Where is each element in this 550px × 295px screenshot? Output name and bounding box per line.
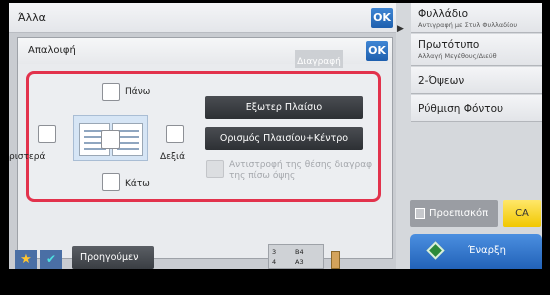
dialog-title: Απαλοιφή	[28, 45, 76, 56]
panel-item-label: Πρωτότυπο	[418, 39, 480, 51]
screen: Άλλα OK ▶ Φυλλάδιο Αντιγραφή με Στυλ Φυλ…	[9, 3, 542, 269]
preview-label: Προεπισκόπ	[429, 208, 489, 219]
back-button[interactable]: Προηγούμεν	[72, 246, 154, 269]
outer-frame-button[interactable]: Εξωτερ Πλαίσιο	[205, 96, 363, 119]
tray-row: 3 B4	[272, 248, 304, 256]
panel-item-label: Φυλλάδιο	[418, 8, 469, 20]
right-checkbox[interactable]	[166, 125, 184, 143]
preview-button[interactable]: Προεπισκόπ	[410, 200, 498, 227]
background-ok-button[interactable]: OK	[371, 8, 393, 28]
left-label: ριστερά	[9, 152, 46, 162]
bottom-label: Κάτω	[125, 179, 150, 189]
panel-item-sublabel: Αντιγραφή με Στυλ Φυλλαδίου	[418, 21, 518, 29]
ca-button[interactable]: CA	[503, 200, 541, 227]
tray-row: 4 A3	[272, 258, 304, 266]
panel-item-booklet[interactable]: Φυλλάδιο Αντιγραφή με Στυλ Φυλλαδίου	[411, 3, 542, 33]
start-icon	[426, 241, 445, 260]
panel-item-background[interactable]: Ρύθμιση Φόντου	[411, 95, 542, 122]
center-checkbox[interactable]	[101, 130, 120, 149]
reverse-erase-checkbox	[206, 160, 224, 178]
start-label: Έναρξη	[468, 245, 506, 256]
top-checkbox[interactable]	[102, 83, 120, 101]
erase-delete-button: Διαγραφή	[295, 50, 343, 68]
toner-level-icon	[331, 251, 340, 269]
dialog-ok-button[interactable]: OK	[366, 41, 388, 61]
top-label: Πάνω	[125, 87, 151, 97]
right-label: Δεξιά	[160, 152, 186, 162]
panel-item-original[interactable]: Πρωτότυπο Αλλαγή Μεγέθους/Διεύθ	[411, 34, 542, 66]
favorite-star-icon[interactable]: ★	[15, 250, 37, 269]
panel-item-label: Ρύθμιση Φόντου	[418, 103, 504, 115]
background-window-title-bar: Άλλα	[9, 3, 396, 33]
bottom-checkbox[interactable]	[102, 173, 120, 191]
reverse-erase-label: Αντιστροφή της θέσης διαγραφ της πίσω όψ…	[229, 160, 373, 181]
panel-item-sublabel: Αλλαγή Μεγέθους/Διεύθ	[418, 52, 497, 60]
book-diagram	[73, 115, 148, 161]
background-window-title: Άλλα	[18, 11, 46, 24]
panel-arrow-icon: ▶	[397, 24, 404, 34]
start-button[interactable]: Έναρξη	[410, 234, 542, 269]
panel-item-label: 2-Όψεων	[418, 75, 465, 87]
left-checkbox[interactable]	[38, 125, 56, 143]
preview-icon	[415, 208, 425, 219]
checkmark-icon[interactable]: ✔	[40, 250, 62, 269]
frame-center-button[interactable]: Ορισμός Πλαισίου+Κέντρο	[205, 127, 363, 150]
panel-item-duplex[interactable]: 2-Όψεων	[411, 67, 542, 94]
paper-tray-indicator: 3 B4 4 A3	[268, 244, 324, 269]
